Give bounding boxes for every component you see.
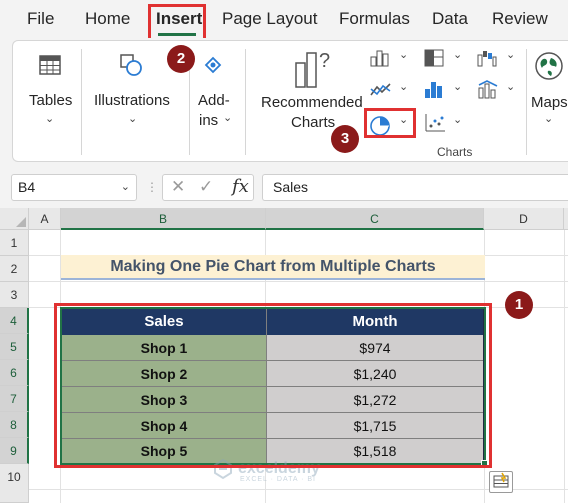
- row-header-4[interactable]: 4: [0, 308, 29, 334]
- column-header-b[interactable]: B: [61, 208, 266, 230]
- drag-handle-icon[interactable]: ⋮: [146, 180, 158, 194]
- name-box-chevron-icon[interactable]: ⌄: [121, 175, 130, 200]
- select-all-triangle-icon: [16, 217, 26, 227]
- quick-analysis-button[interactable]: [489, 471, 513, 493]
- column-header-c[interactable]: C: [266, 208, 484, 230]
- recommended-charts-button-line1[interactable]: Recommended: [261, 93, 363, 112]
- illustrations-chevron-icon[interactable]: ⌄: [128, 112, 137, 125]
- enter-icon[interactable]: ✓: [199, 177, 213, 197]
- gridline: [564, 230, 565, 503]
- menu-bar: File Home Insert Page Layout Formulas Da…: [0, 0, 568, 38]
- addins-button-line1[interactable]: Add-: [198, 91, 230, 110]
- line-chart-chevron-icon[interactable]: ⌄: [399, 80, 408, 93]
- tab-review[interactable]: Review: [492, 9, 548, 29]
- charts-group-label: Charts: [437, 145, 473, 159]
- tab-home[interactable]: Home: [85, 9, 130, 29]
- hierarchy-chart-icon[interactable]: [424, 49, 444, 67]
- insert-function-button[interactable]: fx: [232, 176, 249, 197]
- hierarchy-chart-chevron-icon[interactable]: ⌄: [453, 48, 462, 61]
- ribbon-area: Tables ⌄ Illustrations ⌄ Add- ins ⌄ ? Re…: [0, 38, 568, 166]
- callout-step-2: 2: [167, 45, 195, 73]
- illustrations-button[interactable]: Illustrations: [94, 91, 170, 110]
- row-header-1[interactable]: 1: [0, 230, 29, 256]
- row-header-2[interactable]: 2: [0, 256, 29, 282]
- ribbon-separator: [245, 49, 246, 155]
- tab-file[interactable]: File: [27, 9, 54, 29]
- formula-input[interactable]: Sales: [262, 174, 568, 201]
- tab-data[interactable]: Data: [432, 9, 468, 29]
- formula-bar-area: B4 ⌄ ⋮ ✕ ✓ fx Sales: [0, 166, 568, 208]
- recommended-charts-icon[interactable]: ?: [294, 49, 332, 89]
- maps-button[interactable]: Maps: [531, 93, 568, 112]
- row-header-7[interactable]: 7: [0, 386, 29, 412]
- select-all-button[interactable]: [0, 208, 29, 230]
- data-range-highlight: [54, 303, 492, 468]
- column-header-e-edge[interactable]: [564, 208, 568, 230]
- addins-chevron-icon[interactable]: ⌄: [223, 111, 232, 124]
- pie-chart-highlight: [364, 108, 416, 138]
- callout-step-1: 1: [505, 291, 533, 319]
- name-box-value: B4: [18, 179, 36, 195]
- gridline: [29, 489, 568, 490]
- scatter-chart-chevron-icon[interactable]: ⌄: [453, 113, 462, 126]
- row-header-8[interactable]: 8: [0, 412, 29, 438]
- statistic-chart-chevron-icon[interactable]: ⌄: [453, 80, 462, 93]
- combo-chart-chevron-icon[interactable]: ⌄: [506, 80, 515, 93]
- column-chart-icon[interactable]: [370, 49, 390, 67]
- sheet-title-cell[interactable]: Making One Pie Chart from Multiple Chart…: [61, 255, 485, 280]
- statistic-chart-icon[interactable]: [424, 79, 444, 99]
- addins-button-line2[interactable]: ins: [199, 111, 218, 130]
- combo-chart-icon[interactable]: [477, 79, 499, 99]
- shapes-icon[interactable]: [119, 53, 143, 77]
- svg-text:?: ?: [319, 50, 330, 72]
- waterfall-chart-chevron-icon[interactable]: ⌄: [506, 48, 515, 61]
- insert-ribbon: Tables ⌄ Illustrations ⌄ Add- ins ⌄ ? Re…: [12, 40, 568, 162]
- line-chart-icon[interactable]: [370, 81, 392, 99]
- quick-analysis-icon: [493, 472, 509, 488]
- row-header-10[interactable]: 10: [0, 464, 29, 503]
- tables-chevron-icon[interactable]: ⌄: [45, 112, 54, 125]
- ribbon-separator: [526, 49, 527, 155]
- formula-buttons: ✕ ✓ fx: [162, 174, 254, 201]
- row-header-6[interactable]: 6: [0, 360, 29, 386]
- tables-button[interactable]: Tables: [29, 91, 72, 110]
- row-header-9[interactable]: 9: [0, 438, 29, 464]
- callout-step-3: 3: [331, 125, 359, 153]
- table-icon[interactable]: [39, 55, 61, 75]
- watermark-tagline: EXCEL · DATA · BI: [240, 476, 316, 483]
- ribbon-separator: [81, 49, 82, 155]
- tab-page-layout[interactable]: Page Layout: [222, 9, 317, 29]
- maps-chevron-icon[interactable]: ⌄: [544, 112, 553, 125]
- cancel-icon[interactable]: ✕: [171, 177, 185, 197]
- tab-formulas[interactable]: Formulas: [339, 9, 410, 29]
- recommended-charts-button-line2[interactable]: Charts: [291, 113, 335, 132]
- maps-icon[interactable]: [534, 51, 564, 81]
- column-header-a[interactable]: A: [29, 208, 61, 230]
- row-header-5[interactable]: 5: [0, 334, 29, 360]
- column-chart-chevron-icon[interactable]: ⌄: [399, 48, 408, 61]
- insert-tab-highlight: [148, 4, 206, 41]
- scatter-chart-icon[interactable]: [424, 113, 446, 133]
- addins-icon[interactable]: [202, 55, 224, 77]
- waterfall-chart-icon[interactable]: [477, 49, 497, 67]
- name-box[interactable]: B4 ⌄: [11, 174, 137, 201]
- gridline: [29, 281, 568, 282]
- column-header-d[interactable]: D: [484, 208, 564, 230]
- row-header-3[interactable]: 3: [0, 282, 29, 308]
